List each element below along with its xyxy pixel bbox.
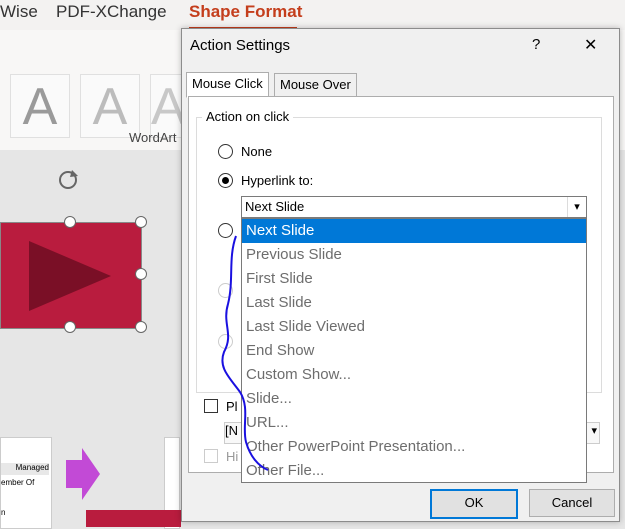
ribbon-tab-bar: Wise PDF-XChange Shape Format — [0, 0, 625, 30]
help-button[interactable]: ? — [532, 36, 540, 53]
rotate-handle-icon[interactable] — [56, 168, 80, 192]
resize-handle[interactable] — [64, 216, 76, 228]
hyperlink-combo[interactable]: Next Slide ▾ — [241, 196, 587, 218]
purple-arrow-icon — [66, 448, 100, 500]
radio-none[interactable] — [218, 144, 233, 159]
chevron-down-icon[interactable]: ▾ — [567, 197, 586, 217]
ok-button[interactable]: OK — [430, 489, 518, 519]
play-triangle-icon — [29, 241, 111, 311]
list-item[interactable]: First Slide — [242, 267, 586, 291]
shape-fragment — [86, 510, 181, 527]
list-item[interactable]: Custom Show... — [242, 363, 586, 387]
wordart-style-2[interactable]: A — [80, 74, 140, 138]
list-item[interactable]: Previous Slide — [242, 243, 586, 267]
wordart-letter: A — [151, 78, 186, 136]
slide-thumbnail[interactable]: Managed ember Of n — [0, 437, 52, 529]
list-item[interactable]: Other PowerPoint Presentation... — [242, 435, 586, 459]
list-item[interactable]: Other File... — [242, 459, 586, 483]
resize-handle[interactable] — [135, 216, 147, 228]
list-item[interactable]: Last Slide Viewed — [242, 315, 586, 339]
wordart-letter: A — [92, 78, 128, 136]
wordart-letter: A — [22, 78, 58, 136]
wordart-style-1[interactable]: A — [10, 74, 70, 138]
thumb-text: Managed — [1, 463, 49, 475]
cancel-button[interactable]: Cancel — [529, 489, 615, 517]
list-item[interactable]: End Show — [242, 339, 586, 363]
ribbon-group-label: WordArt — [129, 130, 177, 145]
annotation-scribble — [221, 235, 269, 471]
resize-handle[interactable] — [135, 321, 147, 333]
tab-pdf-xchange[interactable]: PDF-XChange — [56, 2, 167, 22]
list-item[interactable]: Slide... — [242, 387, 586, 411]
tab-shape-format[interactable]: Shape Format — [189, 2, 302, 22]
radio-hyperlink[interactable] — [218, 173, 233, 188]
thumb-text: n — [1, 508, 6, 517]
chevron-down-icon: ▾ — [591, 425, 597, 437]
resize-handle[interactable] — [135, 268, 147, 280]
wordart-style-3[interactable]: A — [150, 74, 186, 138]
selected-shape[interactable] — [0, 222, 142, 329]
tab-bar: Mouse Click Mouse Over — [186, 72, 615, 98]
tab-wise[interactable]: Wise — [0, 2, 38, 22]
tab-mouse-over[interactable]: Mouse Over — [274, 73, 357, 97]
thumb-text: ember Of — [1, 478, 35, 487]
list-item[interactable]: URL... — [242, 411, 586, 435]
tab-mouse-click[interactable]: Mouse Click — [186, 72, 269, 98]
dialog-title: Action Settings — [190, 37, 291, 54]
list-item[interactable]: Next Slide — [242, 219, 586, 243]
group-label: Action on click — [202, 109, 294, 124]
close-button[interactable]: ✕ — [584, 35, 597, 55]
combo-value: Next Slide — [245, 199, 305, 214]
radio-none-label: None — [241, 144, 273, 159]
hyperlink-dropdown-list: Next Slide Previous Slide First Slide La… — [241, 218, 587, 483]
list-item[interactable]: Last Slide — [242, 291, 586, 315]
radio-hyperlink-label: Hyperlink to: — [241, 173, 314, 188]
resize-handle[interactable] — [64, 321, 76, 333]
